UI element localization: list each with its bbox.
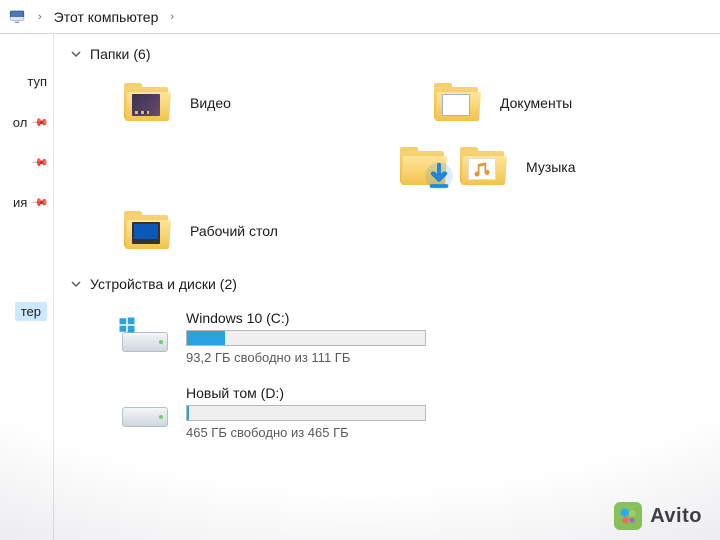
folder-item-downloads[interactable] — [390, 140, 430, 194]
capacity-bar — [186, 330, 426, 346]
watermark-text: Avito — [650, 505, 702, 528]
drive-name: Новый том (D:) — [186, 385, 426, 401]
sidebar-item[interactable]: ол📌 — [13, 115, 47, 130]
drive-item-d[interactable]: Новый том (D:) 465 ГБ свободно из 465 ГБ — [114, 379, 414, 444]
breadcrumb-separator: › — [34, 11, 46, 23]
address-bar[interactable]: › Этот компьютер › — [0, 0, 720, 34]
chevron-down-icon — [70, 48, 82, 60]
hdd-icon — [118, 383, 172, 429]
sidebar-item[interactable]: ия 📌 — [13, 195, 47, 210]
sidebar-item-this-pc[interactable]: тер — [15, 302, 47, 321]
group-title: Папки — [90, 46, 129, 62]
drive-free-text: 465 ГБ свободно из 465 ГБ — [186, 425, 426, 440]
pin-icon: 📌 — [31, 113, 50, 132]
hdd-icon — [118, 308, 172, 354]
nav-sidebar: туп ол📌 📌 ия📌 тер — [0, 34, 54, 540]
group-header-drives[interactable]: Устройства и диски (2) — [54, 270, 720, 300]
folder-item-desktop[interactable]: Рабочий стол — [114, 204, 384, 258]
downloads-folder-icon — [396, 144, 450, 190]
breadcrumb-location[interactable]: Этот компьютер — [54, 9, 159, 25]
folder-item-video[interactable]: Видео — [114, 76, 384, 130]
folder-label: Видео — [190, 95, 231, 111]
sidebar-item-label: туп — [27, 74, 47, 89]
folder-item-documents[interactable]: Документы — [424, 76, 694, 130]
sidebar-item[interactable]: 📌 — [33, 156, 47, 169]
windows-logo-icon — [118, 316, 136, 334]
folder-item-music[interactable]: Музыка — [450, 140, 720, 194]
folder-label: Документы — [500, 95, 572, 111]
capacity-bar — [186, 405, 426, 421]
drive-item-c[interactable]: Windows 10 (C:) 93,2 ГБ свободно из 111 … — [114, 304, 414, 369]
drive-name: Windows 10 (C:) — [186, 310, 426, 326]
music-folder-icon — [456, 144, 510, 190]
documents-folder-icon — [430, 80, 484, 126]
capacity-fill — [187, 406, 189, 420]
sidebar-item-label: тер — [21, 304, 41, 319]
sidebar-item-label: ия — [13, 195, 27, 210]
sidebar-item[interactable]: туп — [27, 74, 47, 89]
folder-label: Музыка — [526, 159, 576, 175]
desktop-folder-icon — [120, 208, 174, 254]
group-title: Устройства и диски — [90, 276, 216, 292]
sidebar-item-label: ол — [13, 115, 28, 130]
source-watermark: Avito — [614, 502, 702, 530]
folder-label: Рабочий стол — [190, 223, 278, 239]
avito-logo-icon — [614, 502, 642, 530]
group-count: (6) — [133, 46, 150, 62]
video-folder-icon — [120, 80, 174, 126]
capacity-fill — [187, 331, 225, 345]
breadcrumb-separator: › — [166, 11, 178, 23]
group-header-folders[interactable]: Папки (6) — [54, 40, 720, 70]
pin-icon: 📌 — [31, 153, 50, 172]
drive-free-text: 93,2 ГБ свободно из 111 ГБ — [186, 350, 426, 365]
this-pc-icon — [8, 8, 26, 26]
chevron-down-icon — [70, 278, 82, 290]
pin-icon: 📌 — [31, 193, 50, 212]
group-count: (2) — [220, 276, 237, 292]
content-pane: Папки (6) Видео Документы — [54, 34, 720, 540]
